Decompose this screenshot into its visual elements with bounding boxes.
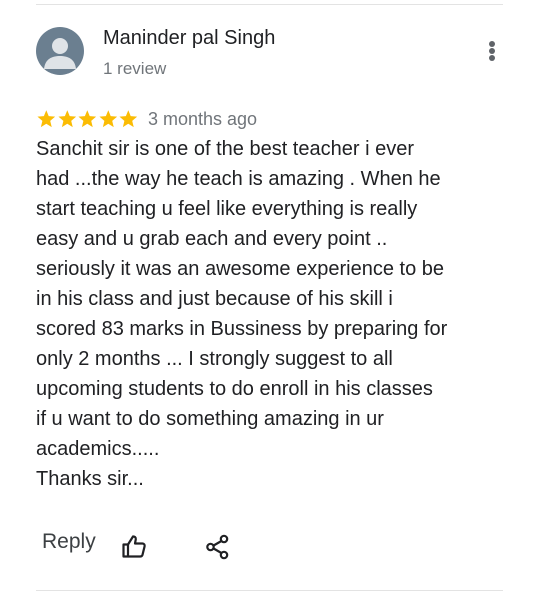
review-text-line: upcoming students to do enroll in his cl… <box>36 378 433 400</box>
share-button[interactable] <box>205 534 231 560</box>
review-text-line: academics..... <box>36 438 160 460</box>
person-avatar-icon <box>44 38 76 69</box>
review-date: 3 months ago <box>147 108 258 129</box>
reply-button[interactable]: Reply <box>42 530 96 554</box>
star-icon <box>58 110 76 128</box>
top-divider <box>36 4 503 5</box>
review-text-line: start teaching u feel like everything is… <box>36 198 418 220</box>
review-count[interactable]: 1 review <box>103 59 166 79</box>
more-options-button[interactable] <box>478 36 506 66</box>
review-actions: Reply <box>0 526 539 566</box>
more-vertical-icon-dot <box>489 55 495 61</box>
avatar[interactable] <box>36 27 84 75</box>
review-text-line: in his class and just because of his ski… <box>36 288 393 310</box>
review-text-line: only 2 months ... I strongly suggest to … <box>36 348 393 370</box>
star-icon <box>37 110 56 128</box>
rating-row: 3 months ago <box>36 106 257 132</box>
review-text-line: Sanchit sir is one of the best teacher i… <box>36 138 414 160</box>
star-icon <box>99 110 117 128</box>
star-icon <box>119 110 138 128</box>
review-text-line: easy and u grab each and every point .. <box>36 228 388 250</box>
review-text-line: seriously it was an awesome experience t… <box>36 258 444 280</box>
review-text: Sanchit sir is one of the best teacher i… <box>36 134 486 494</box>
bottom-divider <box>36 590 503 591</box>
review-text-line: Thanks sir... <box>36 468 144 490</box>
more-vertical-icon-dot <box>489 48 495 54</box>
review-text-line: if u want to do something amazing in ur <box>36 408 384 430</box>
review-text-line: had ...the way he teach is amazing . Whe… <box>36 168 441 190</box>
more-vertical-icon <box>489 41 495 47</box>
star-rating <box>36 109 139 129</box>
review-card: Maninder pal Singh 1 review 3 months ago… <box>0 0 539 593</box>
reviewer-name[interactable]: Maninder pal Singh <box>103 26 275 50</box>
share-icon <box>206 534 229 560</box>
like-button[interactable] <box>120 532 148 560</box>
thumbs-up-icon <box>122 535 146 558</box>
star-icon <box>78 110 97 128</box>
review-text-line: scored 83 marks in Bussiness by preparin… <box>36 318 448 340</box>
